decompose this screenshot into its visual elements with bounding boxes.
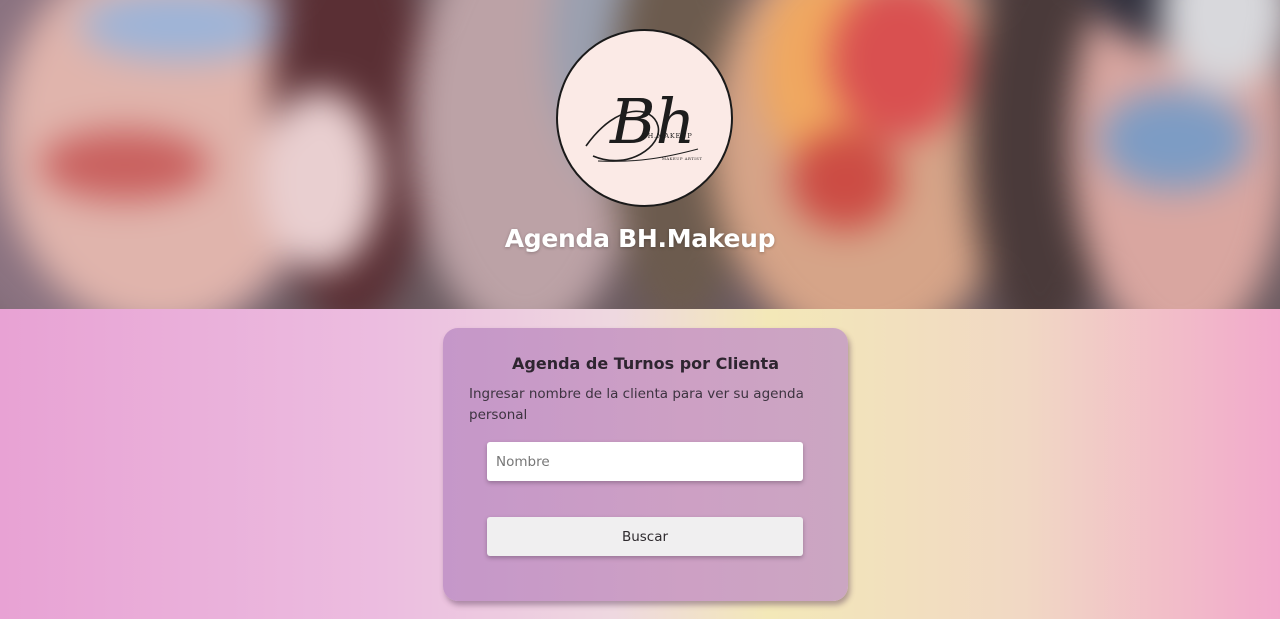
logo-brand: BH.MAKEUP [642, 132, 693, 140]
card-title: Agenda de Turnos por Clienta [512, 354, 779, 373]
hero-banner: Bh BH.MAKEUP MAKEUP ARTIST Agenda BH.Mak… [0, 0, 1280, 309]
brand-logo: Bh BH.MAKEUP MAKEUP ARTIST [556, 29, 733, 207]
logo-monogram: Bh [609, 85, 696, 158]
logo-tagline: MAKEUP ARTIST [662, 156, 702, 161]
card-description: Ingresar nombre de la clienta para ver s… [469, 386, 804, 423]
client-name-input[interactable] [487, 442, 803, 481]
page-title: Agenda BH.Makeup [504, 224, 776, 253]
client-agenda-search-card: Agenda de Turnos por Clienta Ingresar no… [443, 328, 848, 601]
search-button[interactable]: Buscar [487, 517, 803, 556]
